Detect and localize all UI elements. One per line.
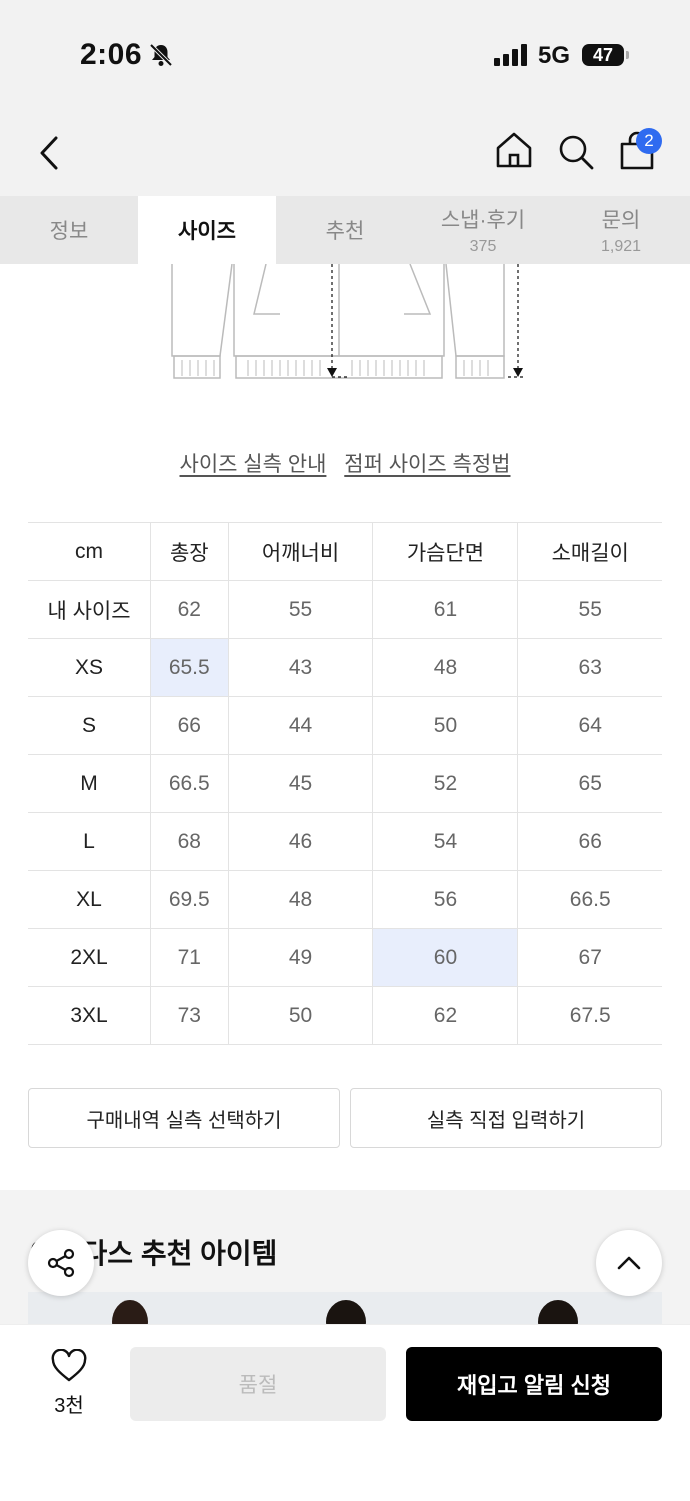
size-guide-link[interactable]: 사이즈 실측 안내: [180, 453, 327, 476]
table-cell: 52: [372, 754, 519, 813]
purchase-history-measure-button[interactable]: 구매내역 실측 선택하기: [28, 1088, 340, 1148]
row-label: 2XL: [28, 928, 151, 987]
table-row: 3XL 73 50 62 67.5: [28, 986, 662, 1045]
network-type: 5G: [538, 42, 571, 69]
battery-tip: [626, 51, 629, 59]
size-table: cm 총장 어깨너비 가슴단면 소매길이 내 사이즈 62 55 61 55 X…: [28, 522, 662, 1045]
row-label: XS: [28, 638, 151, 697]
manual-measure-input-button[interactable]: 실측 직접 입력하기: [350, 1088, 662, 1148]
chevron-up-icon: [617, 1256, 641, 1270]
tab-label: 사이즈: [178, 220, 236, 243]
row-label: 내 사이즈: [28, 580, 151, 639]
back-arrow-icon[interactable]: [36, 134, 62, 172]
header-chest: 가슴단면: [372, 522, 519, 581]
table-row: L 68 46 54 66: [28, 812, 662, 871]
tab-recommend[interactable]: 추천: [276, 196, 414, 264]
table-cell: 62: [150, 580, 229, 639]
row-label: 3XL: [28, 986, 151, 1045]
table-cell: 50: [227, 986, 374, 1045]
table-cell: 55: [517, 580, 662, 639]
table-cell: 66.5: [150, 754, 229, 813]
table-cell: 65: [517, 754, 662, 813]
tab-label: 정보: [49, 220, 89, 243]
table-cell: 56: [372, 870, 519, 929]
home-icon[interactable]: [494, 130, 534, 170]
search-icon[interactable]: [556, 132, 596, 172]
tab-label: 추천: [325, 220, 365, 243]
table-cell: 66.5: [517, 870, 662, 929]
status-time: 2:06: [80, 38, 143, 71]
size-links: 사이즈 실측 안내 점퍼 사이즈 측정법: [0, 448, 690, 478]
table-cell: 66: [517, 812, 662, 871]
product-tabs: 정보 사이즈 추천 스냅·후기 375 문의 1,921: [0, 196, 690, 264]
table-cell: 67.5: [517, 986, 662, 1045]
signal-icon: [494, 44, 527, 66]
header-length: 총장: [150, 522, 229, 581]
header-shoulder: 어깨너비: [227, 522, 374, 581]
table-cell: 67: [517, 928, 662, 987]
like-count: 3천: [54, 1395, 84, 1417]
table-cell: 50: [372, 696, 519, 755]
row-label: M: [28, 754, 151, 813]
table-cell: 69.5: [150, 870, 229, 929]
table-cell-highlighted: 60: [372, 928, 519, 987]
measure-method-link[interactable]: 점퍼 사이즈 측정법: [344, 453, 510, 476]
table-cell: 48: [372, 638, 519, 697]
table-cell: 66: [150, 696, 229, 755]
table-cell: 43: [227, 638, 374, 697]
bell-off-icon: [149, 43, 173, 67]
tab-snap-review[interactable]: 스냅·후기 375: [414, 196, 552, 264]
table-row: XS 65.5 43 48 63: [28, 638, 662, 697]
table-header-row: cm 총장 어깨너비 가슴단면 소매길이: [28, 522, 662, 581]
table-cell: 49: [227, 928, 374, 987]
table-row-my-size: 내 사이즈 62 55 61 55: [28, 580, 662, 639]
table-row: S 66 44 50 64: [28, 696, 662, 755]
table-cell: 55: [227, 580, 374, 639]
row-label: S: [28, 696, 151, 755]
table-cell: 68: [150, 812, 229, 871]
header-unit: cm: [28, 522, 151, 581]
top-nav: 2: [0, 110, 690, 196]
tab-label: 스냅·후기: [440, 209, 526, 232]
tab-size[interactable]: 사이즈: [138, 196, 276, 264]
table-cell: 61: [372, 580, 519, 639]
restock-alert-button[interactable]: 재입고 알림 신청: [406, 1347, 662, 1421]
bottom-action-bar: 3천 품절 재입고 알림 신청: [0, 1324, 690, 1501]
table-cell: 45: [227, 754, 374, 813]
battery-icon: 47: [582, 44, 624, 66]
table-row: 2XL 71 49 60 67: [28, 928, 662, 987]
tab-label: 문의: [601, 209, 641, 232]
table-row: XL 69.5 48 56 66.5: [28, 870, 662, 929]
table-cell: 71: [150, 928, 229, 987]
tab-inquiry[interactable]: 문의 1,921: [552, 196, 690, 264]
jacket-size-illustration: [171, 264, 526, 379]
table-cell: 54: [372, 812, 519, 871]
cart-count-badge: 2: [636, 128, 662, 154]
status-bar: 2:06 5G 47: [0, 0, 690, 110]
table-cell: 64: [517, 696, 662, 755]
heart-icon[interactable]: [50, 1349, 88, 1383]
header-sleeve: 소매길이: [517, 522, 662, 581]
share-icon: [47, 1248, 75, 1278]
table-cell: 44: [227, 696, 374, 755]
tab-info[interactable]: 정보: [0, 196, 138, 264]
table-cell: 62: [372, 986, 519, 1045]
table-cell: 63: [517, 638, 662, 697]
table-cell: 73: [150, 986, 229, 1045]
table-row: M 66.5 45 52 65: [28, 754, 662, 813]
tab-count: 375: [469, 238, 497, 255]
table-cell: 46: [227, 812, 374, 871]
tab-count: 1,921: [600, 238, 642, 255]
table-cell: 48: [227, 870, 374, 929]
row-label: XL: [28, 870, 151, 929]
share-button[interactable]: [28, 1230, 94, 1296]
scroll-to-top-button[interactable]: [596, 1230, 662, 1296]
table-cell-highlighted: 65.5: [150, 638, 229, 697]
row-label: L: [28, 812, 151, 871]
sold-out-button: 품절: [130, 1347, 386, 1421]
